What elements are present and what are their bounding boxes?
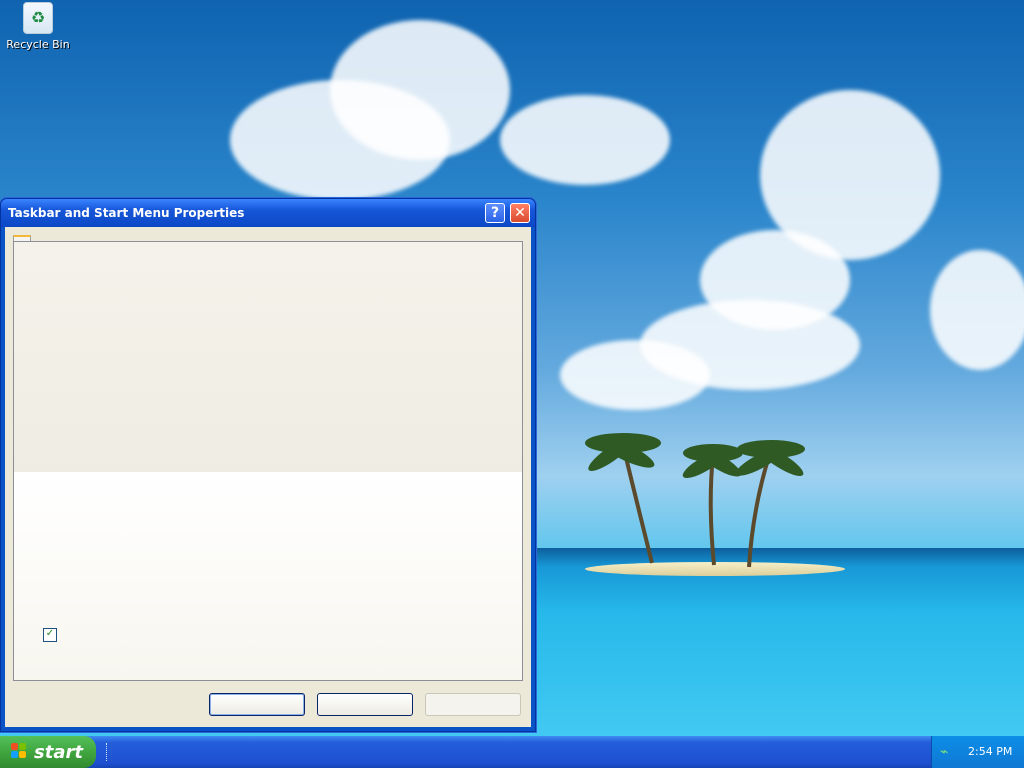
logo-yellow-pane: [19, 751, 26, 758]
recycle-bin-shortcut[interactable]: ♻ Recycle Bin: [6, 2, 70, 51]
logo-green-pane: [19, 743, 26, 750]
logo-red-pane: [11, 743, 18, 750]
start-label: start: [34, 742, 83, 763]
close-button[interactable]: ✕: [510, 203, 530, 223]
taskbar-properties-window: Taskbar and Start Menu Properties ? ✕ ✓: [0, 198, 536, 732]
recycle-symbol-icon: ♻: [30, 8, 46, 27]
clock[interactable]: 2:54 PM: [968, 745, 1012, 758]
cancel-button[interactable]: [317, 693, 413, 716]
dialog-client-area: ✓: [5, 227, 531, 727]
help-icon: ?: [490, 205, 500, 221]
system-tray: ⌁ 2:54 PM: [931, 736, 1024, 768]
panel-upper-area: [14, 242, 522, 472]
checkbox-label-area: [64, 626, 294, 642]
cloud: [930, 250, 1024, 370]
help-button[interactable]: ?: [485, 203, 505, 223]
cloud: [500, 95, 670, 185]
apply-button: [425, 693, 521, 716]
network-icon[interactable]: ⌁: [940, 744, 956, 760]
cloud: [330, 20, 510, 160]
window-title: Taskbar and Start Menu Properties: [8, 206, 245, 220]
taskbar-grip[interactable]: [106, 743, 112, 761]
cloud: [640, 300, 860, 390]
option-checkbox[interactable]: ✓: [43, 628, 57, 642]
palm-trees: [585, 433, 805, 568]
windows-logo-icon: [11, 743, 27, 759]
close-icon: ✕: [514, 205, 526, 221]
title-bar[interactable]: Taskbar and Start Menu Properties ? ✕: [1, 199, 535, 227]
tab-panel: ✓: [13, 241, 523, 681]
taskbar: start ⌁ 2:54 PM: [0, 736, 1024, 768]
logo-blue-pane: [11, 751, 18, 758]
recycle-bin-label: Recycle Bin: [6, 38, 70, 51]
recycle-bin-icon: ♻: [23, 2, 53, 34]
start-button[interactable]: start: [0, 736, 96, 768]
ok-button[interactable]: [209, 693, 305, 716]
panel-lower-area: [14, 472, 522, 680]
